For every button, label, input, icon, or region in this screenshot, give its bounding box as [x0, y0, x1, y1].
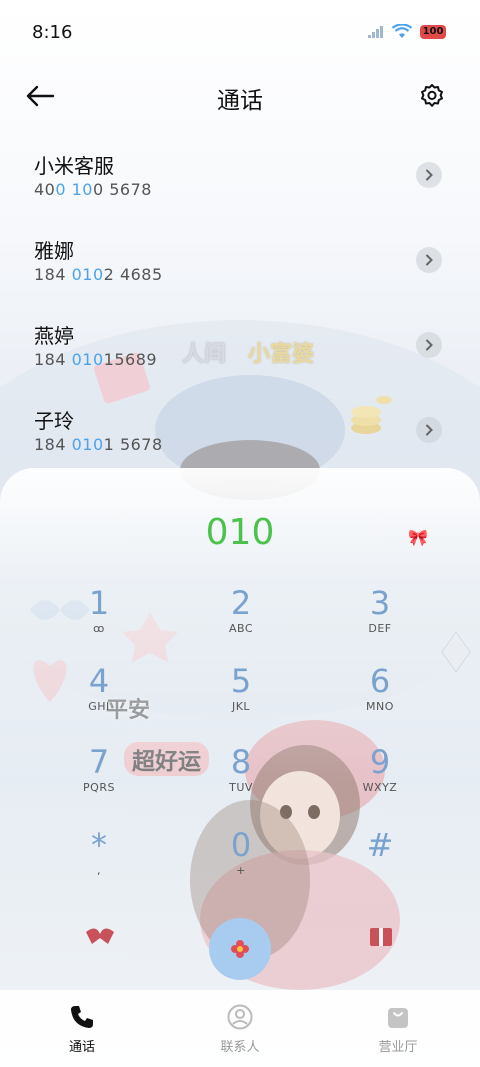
dial-key-star[interactable]: * ,: [44, 826, 154, 898]
contact-number: 184 0101 5678: [34, 435, 163, 454]
dial-key-1[interactable]: 1 ꝏ: [44, 584, 154, 656]
wifi-icon: [392, 24, 412, 38]
dial-key-9[interactable]: 9 WXYZ: [325, 743, 435, 815]
contact-detail-button[interactable]: [416, 162, 442, 188]
settings-button[interactable]: [414, 78, 450, 114]
chevron-right-icon: [426, 169, 433, 181]
flower-icon: [231, 940, 249, 958]
bottom-nav: 通话 联系人 营业厅: [0, 990, 480, 1067]
voicemail-icon: ꝏ: [93, 622, 105, 635]
battery-indicator: 100: [420, 24, 446, 39]
contact-name: 燕婷: [34, 324, 74, 348]
chevron-right-icon: [426, 424, 433, 436]
contact-number: 184 01015689: [34, 350, 158, 369]
status-time: 8:16: [32, 22, 73, 43]
contact-detail-button[interactable]: [416, 417, 442, 443]
call-button[interactable]: [209, 918, 271, 980]
page-title: 通话: [217, 88, 263, 114]
status-icons: 100: [368, 24, 446, 39]
contact-number: 400 100 5678: [34, 180, 152, 199]
contact-detail-button[interactable]: [416, 247, 442, 273]
dial-key-7[interactable]: 7 PQRS: [44, 743, 154, 815]
bow-icon: 🎀: [408, 528, 428, 547]
chevron-right-icon: [426, 339, 433, 351]
dial-key-6[interactable]: 6 MNO: [325, 662, 435, 734]
contact-name: 雅娜: [34, 239, 74, 263]
dial-key-3[interactable]: 3 DEF: [325, 584, 435, 656]
gear-icon: [421, 84, 443, 107]
dial-key-5[interactable]: 5 JKL: [186, 662, 296, 734]
signal-icon: [368, 25, 383, 38]
phone-icon: [71, 1006, 93, 1028]
contact-item[interactable]: 燕婷 184 01015689: [0, 320, 480, 404]
dial-key-8[interactable]: 8 TUV: [186, 743, 296, 815]
contact-number: 184 0102 4685: [34, 265, 163, 284]
dial-key-2[interactable]: 2 ABC: [186, 584, 296, 656]
chevron-right-icon: [426, 254, 433, 266]
contact-item[interactable]: 小米客服 400 100 5678: [0, 150, 480, 234]
dial-key-4[interactable]: 4 GHI: [44, 662, 154, 734]
nav-tab-service-hall[interactable]: 营业厅: [348, 1002, 448, 1055]
shopping-bag-icon: [388, 1008, 408, 1028]
nav-tab-calls[interactable]: 通话: [32, 1002, 132, 1055]
contact-detail-button[interactable]: [416, 332, 442, 358]
dial-key-0[interactable]: 0 +: [186, 826, 296, 898]
dial-key-hash[interactable]: #: [325, 826, 435, 898]
header: 通话: [0, 64, 480, 128]
contact-item[interactable]: 雅娜 184 0102 4685: [0, 235, 480, 319]
status-bar: 8:16 100: [0, 0, 480, 64]
contact-name: 小米客服: [34, 154, 114, 178]
nav-tab-contacts[interactable]: 联系人: [190, 1002, 290, 1055]
contacts-icon: [227, 1004, 253, 1030]
contact-name: 子玲: [34, 409, 74, 433]
